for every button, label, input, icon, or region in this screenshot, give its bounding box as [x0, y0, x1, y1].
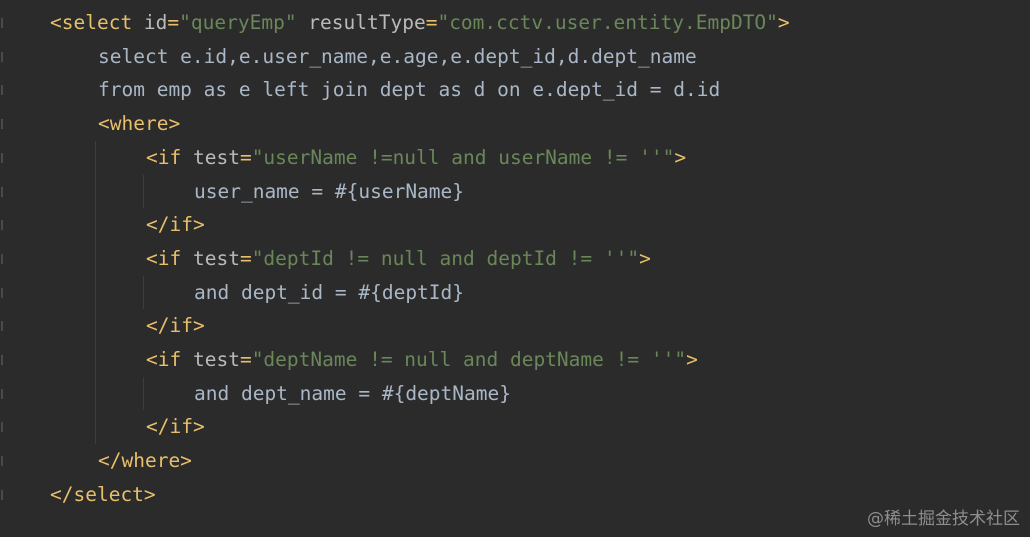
code-token-val: "userName !=null and userName != ''"	[251, 145, 675, 169]
code-token-tag: =	[239, 348, 252, 371]
code-line[interactable]: and dept_name = #{deptName}	[194, 377, 511, 410]
gutter-fold-marker	[1, 321, 3, 332]
code-token-val: "queryEmp"	[179, 11, 297, 34]
code-token-tag: <if	[146, 348, 193, 371]
code-token-tag: =	[239, 246, 252, 270]
indent-guide-line	[143, 174, 144, 209]
gutter-fold-marker	[1, 355, 3, 365]
code-token-text: and dept_name = #{deptName}	[194, 381, 511, 405]
code-token-tag: </if>	[146, 314, 205, 338]
code-line[interactable]: select e.id,e.user_name,e.age,e.dept_id,…	[98, 40, 697, 73]
gutter-fold-marker	[1, 51, 3, 62]
code-token-attr: test	[192, 145, 240, 169]
code-token-attr: test	[192, 246, 240, 270]
code-token-tag: <if	[146, 246, 193, 270]
code-token-attr: resultType	[296, 11, 426, 34]
gutter-fold-marker	[1, 85, 3, 96]
indent-guide-line	[95, 140, 96, 445]
code-token-val: "deptId != null and deptId != ''"	[251, 246, 640, 270]
gutter-fold-marker	[1, 489, 3, 500]
code-token-attr: test	[192, 348, 240, 371]
code-token-tag: >	[777, 11, 790, 34]
code-line[interactable]: <if test="userName !=null and userName !…	[146, 141, 686, 174]
gutter-fold-marker	[1, 388, 3, 399]
code-token-tag: </if>	[146, 415, 205, 439]
code-line[interactable]: </select>	[50, 478, 156, 511]
code-line[interactable]: <select id="queryEmp" resultType="com.cc…	[50, 6, 790, 39]
code-token-tag: >	[674, 145, 687, 169]
code-line[interactable]: <where>	[98, 107, 180, 140]
code-token-tag: <where>	[98, 112, 181, 136]
code-token-val: "deptName != null and deptName != ''"	[251, 348, 687, 371]
code-line[interactable]: user_name = #{userName}	[194, 175, 464, 208]
gutter-fold-marker	[1, 119, 3, 130]
code-line[interactable]: </if>	[146, 410, 205, 443]
code-line[interactable]: <if test="deptName != null and deptName …	[146, 343, 698, 376]
gutter-fold-marker	[1, 18, 3, 28]
code-token-tag: >	[686, 348, 698, 371]
gutter-fold-marker	[1, 287, 3, 298]
gutter-fold-marker	[1, 152, 3, 163]
gutter-fold-marker	[1, 253, 3, 264]
code-token-tag: >	[639, 246, 651, 270]
watermark-text: @稀土掘金技术社区	[867, 509, 1020, 529]
code-line[interactable]: <if test="deptId != null and deptId != '…	[146, 242, 651, 275]
code-token-tag: </if>	[146, 213, 205, 237]
code-token-tag: <if	[146, 145, 193, 169]
indent-guide-line	[143, 376, 144, 411]
indent-guide-line	[143, 275, 144, 310]
gutter-fold-marker	[1, 422, 3, 433]
code-token-tag: </where>	[98, 449, 192, 473]
code-token-attr: id	[143, 11, 168, 34]
gutter-fold-marker	[1, 220, 3, 231]
gutter-fold-marker	[1, 186, 3, 197]
code-line[interactable]: and dept_id = #{deptId}	[194, 276, 464, 309]
editor-gutter	[0, 0, 10, 537]
code-token-tag: <select	[50, 11, 144, 34]
code-token-text: select e.id,e.user_name,e.age,e.dept_id,…	[98, 44, 697, 68]
code-token-tag: =	[239, 145, 252, 169]
code-token-tag: </select>	[50, 482, 156, 506]
code-token-text: and dept_id = #{deptId}	[194, 280, 465, 304]
code-line[interactable]: </if>	[146, 208, 205, 241]
code-token-tag: =	[167, 11, 180, 34]
code-token-val: "com.cctv.user.entity.EmpDTO"	[437, 11, 778, 34]
code-line[interactable]: from emp as e left join dept as d on e.d…	[98, 73, 720, 106]
gutter-fold-marker	[1, 456, 3, 467]
code-line[interactable]: </where>	[98, 444, 192, 477]
code-token-text: from emp as e left join dept as d on e.d…	[98, 78, 721, 102]
code-editor[interactable]: <select id="queryEmp" resultType="com.cc…	[0, 0, 1030, 537]
code-line[interactable]: </if>	[146, 309, 205, 342]
code-token-tag: =	[425, 11, 438, 34]
code-token-text: user_name = #{userName}	[194, 179, 465, 203]
